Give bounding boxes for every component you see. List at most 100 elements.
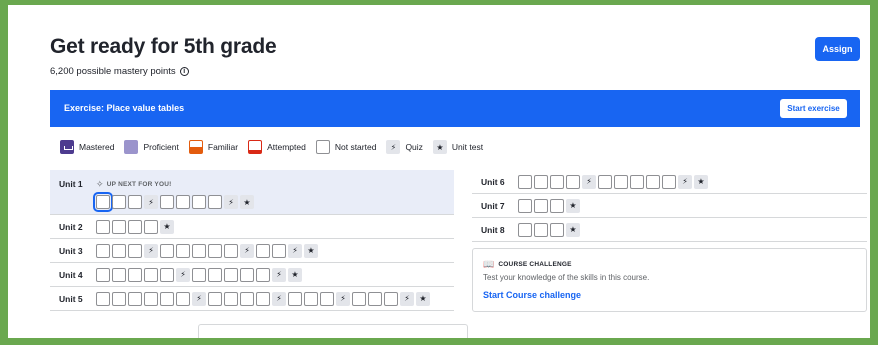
skill-box[interactable] bbox=[176, 195, 190, 209]
unit-test-icon[interactable]: ★ bbox=[240, 195, 254, 209]
skill-box[interactable] bbox=[96, 243, 110, 258]
skill-box[interactable] bbox=[144, 219, 158, 234]
skill-box[interactable] bbox=[598, 174, 612, 189]
unit-test-icon[interactable]: ★ bbox=[566, 222, 580, 237]
mastery-points: 6,200 possible mastery points i bbox=[50, 66, 189, 77]
skill-box[interactable] bbox=[176, 243, 190, 258]
skill-box[interactable] bbox=[144, 267, 158, 282]
quiz-icon[interactable]: ⚡ bbox=[400, 291, 414, 306]
unit-test-icon[interactable]: ★ bbox=[160, 219, 174, 234]
unit-label[interactable]: Unit 7 bbox=[481, 201, 518, 211]
skill-box[interactable] bbox=[128, 195, 142, 209]
skill-box[interactable] bbox=[646, 174, 660, 189]
skill-box[interactable] bbox=[550, 174, 564, 189]
skill-box[interactable] bbox=[518, 222, 532, 237]
skill-box[interactable] bbox=[160, 195, 174, 209]
start-exercise-button[interactable]: Start exercise bbox=[780, 99, 847, 118]
skill-box[interactable] bbox=[272, 243, 286, 258]
skill-box[interactable] bbox=[112, 243, 126, 258]
skill-box[interactable] bbox=[630, 174, 644, 189]
skill-box[interactable] bbox=[208, 195, 222, 209]
skill-box[interactable] bbox=[256, 243, 270, 258]
skill-box[interactable] bbox=[550, 198, 564, 213]
skill-box[interactable] bbox=[96, 267, 110, 282]
skill-box[interactable] bbox=[112, 195, 126, 209]
start-course-challenge-link[interactable]: Start Course challenge bbox=[483, 290, 581, 300]
skill-box[interactable] bbox=[288, 291, 302, 306]
skill-box[interactable] bbox=[112, 219, 126, 234]
quiz-icon[interactable]: ⚡ bbox=[272, 267, 286, 282]
skill-box[interactable] bbox=[256, 267, 270, 282]
skill-box[interactable] bbox=[304, 291, 318, 306]
quiz-icon[interactable]: ⚡ bbox=[192, 291, 206, 306]
skill-box[interactable] bbox=[128, 267, 142, 282]
up-next-group: ✧ UP NEXT FOR YOU! ⚡ ⚡ ★ bbox=[93, 179, 254, 212]
skill-box[interactable] bbox=[240, 291, 254, 306]
unit-label[interactable]: Unit 4 bbox=[59, 270, 96, 280]
skill-box[interactable] bbox=[384, 291, 398, 306]
skill-box[interactable] bbox=[128, 219, 142, 234]
unit-test-icon[interactable]: ★ bbox=[304, 243, 318, 258]
skill-box[interactable] bbox=[192, 243, 206, 258]
skill-box[interactable] bbox=[550, 222, 564, 237]
skill-box[interactable] bbox=[96, 291, 110, 306]
quiz-icon[interactable]: ⚡ bbox=[240, 243, 254, 258]
quiz-icon[interactable]: ⚡ bbox=[224, 195, 238, 209]
quiz-icon[interactable]: ⚡ bbox=[144, 243, 158, 258]
skill-box[interactable] bbox=[192, 267, 206, 282]
skill-box[interactable] bbox=[112, 291, 126, 306]
skill-box[interactable] bbox=[566, 174, 580, 189]
skill-box[interactable] bbox=[518, 174, 532, 189]
skill-box[interactable] bbox=[96, 219, 110, 234]
skill-box[interactable] bbox=[224, 243, 238, 258]
unit-test-icon[interactable]: ★ bbox=[416, 291, 430, 306]
unit-label[interactable]: Unit 8 bbox=[481, 225, 518, 235]
skill-box[interactable] bbox=[112, 267, 126, 282]
skill-box[interactable] bbox=[160, 291, 174, 306]
skill-box[interactable] bbox=[518, 198, 532, 213]
skill-box[interactable] bbox=[662, 174, 676, 189]
unit-test-icon[interactable]: ★ bbox=[694, 174, 708, 189]
skill-box[interactable] bbox=[534, 198, 548, 213]
skill-box[interactable] bbox=[160, 243, 174, 258]
skill-box[interactable] bbox=[208, 291, 222, 306]
quiz-icon[interactable]: ⚡ bbox=[288, 243, 302, 258]
quiz-icon[interactable]: ⚡ bbox=[144, 195, 158, 209]
skill-box[interactable] bbox=[352, 291, 366, 306]
quiz-icon[interactable]: ⚡ bbox=[678, 174, 692, 189]
skill-box[interactable] bbox=[192, 195, 206, 209]
skill-box[interactable] bbox=[160, 267, 174, 282]
skill-box[interactable] bbox=[176, 291, 190, 306]
skill-box[interactable] bbox=[614, 174, 628, 189]
skill-box[interactable] bbox=[256, 291, 270, 306]
quiz-icon[interactable]: ⚡ bbox=[582, 174, 596, 189]
mastery-legend: Mastered Proficient Familiar Attempted N… bbox=[60, 140, 493, 154]
skill-box[interactable] bbox=[128, 243, 142, 258]
skill-box[interactable] bbox=[534, 222, 548, 237]
skill-box[interactable] bbox=[320, 291, 334, 306]
unit-label[interactable]: Unit 3 bbox=[59, 246, 96, 256]
quiz-icon[interactable]: ⚡ bbox=[272, 291, 286, 306]
unit-test-icon[interactable]: ★ bbox=[288, 267, 302, 282]
skill-box[interactable] bbox=[93, 192, 113, 212]
skill-box[interactable] bbox=[368, 291, 382, 306]
skill-box[interactable] bbox=[224, 291, 238, 306]
skill-box[interactable] bbox=[208, 243, 222, 258]
unit-test-icon[interactable]: ★ bbox=[566, 198, 580, 213]
quiz-icon[interactable]: ⚡ bbox=[336, 291, 350, 306]
unit-label[interactable]: Unit 2 bbox=[59, 222, 96, 232]
skill-box[interactable] bbox=[208, 267, 222, 282]
skill-box[interactable] bbox=[534, 174, 548, 189]
quiz-icon[interactable]: ⚡ bbox=[176, 267, 190, 282]
unit-row: Unit 3 ⚡ ⚡ ⚡ ★ bbox=[50, 239, 454, 263]
info-icon[interactable]: i bbox=[179, 67, 189, 76]
unit-label[interactable]: Unit 6 bbox=[481, 177, 518, 187]
skill-box[interactable] bbox=[144, 291, 158, 306]
skill-box[interactable] bbox=[240, 267, 254, 282]
skill-box[interactable] bbox=[224, 267, 238, 282]
unit-label[interactable]: Unit 5 bbox=[59, 294, 96, 304]
assign-button[interactable]: Assign bbox=[815, 37, 860, 61]
skill-boxes: ⚡ ⚡ ★ bbox=[518, 174, 708, 189]
unit-label[interactable]: Unit 1 bbox=[59, 179, 96, 189]
skill-box[interactable] bbox=[128, 291, 142, 306]
